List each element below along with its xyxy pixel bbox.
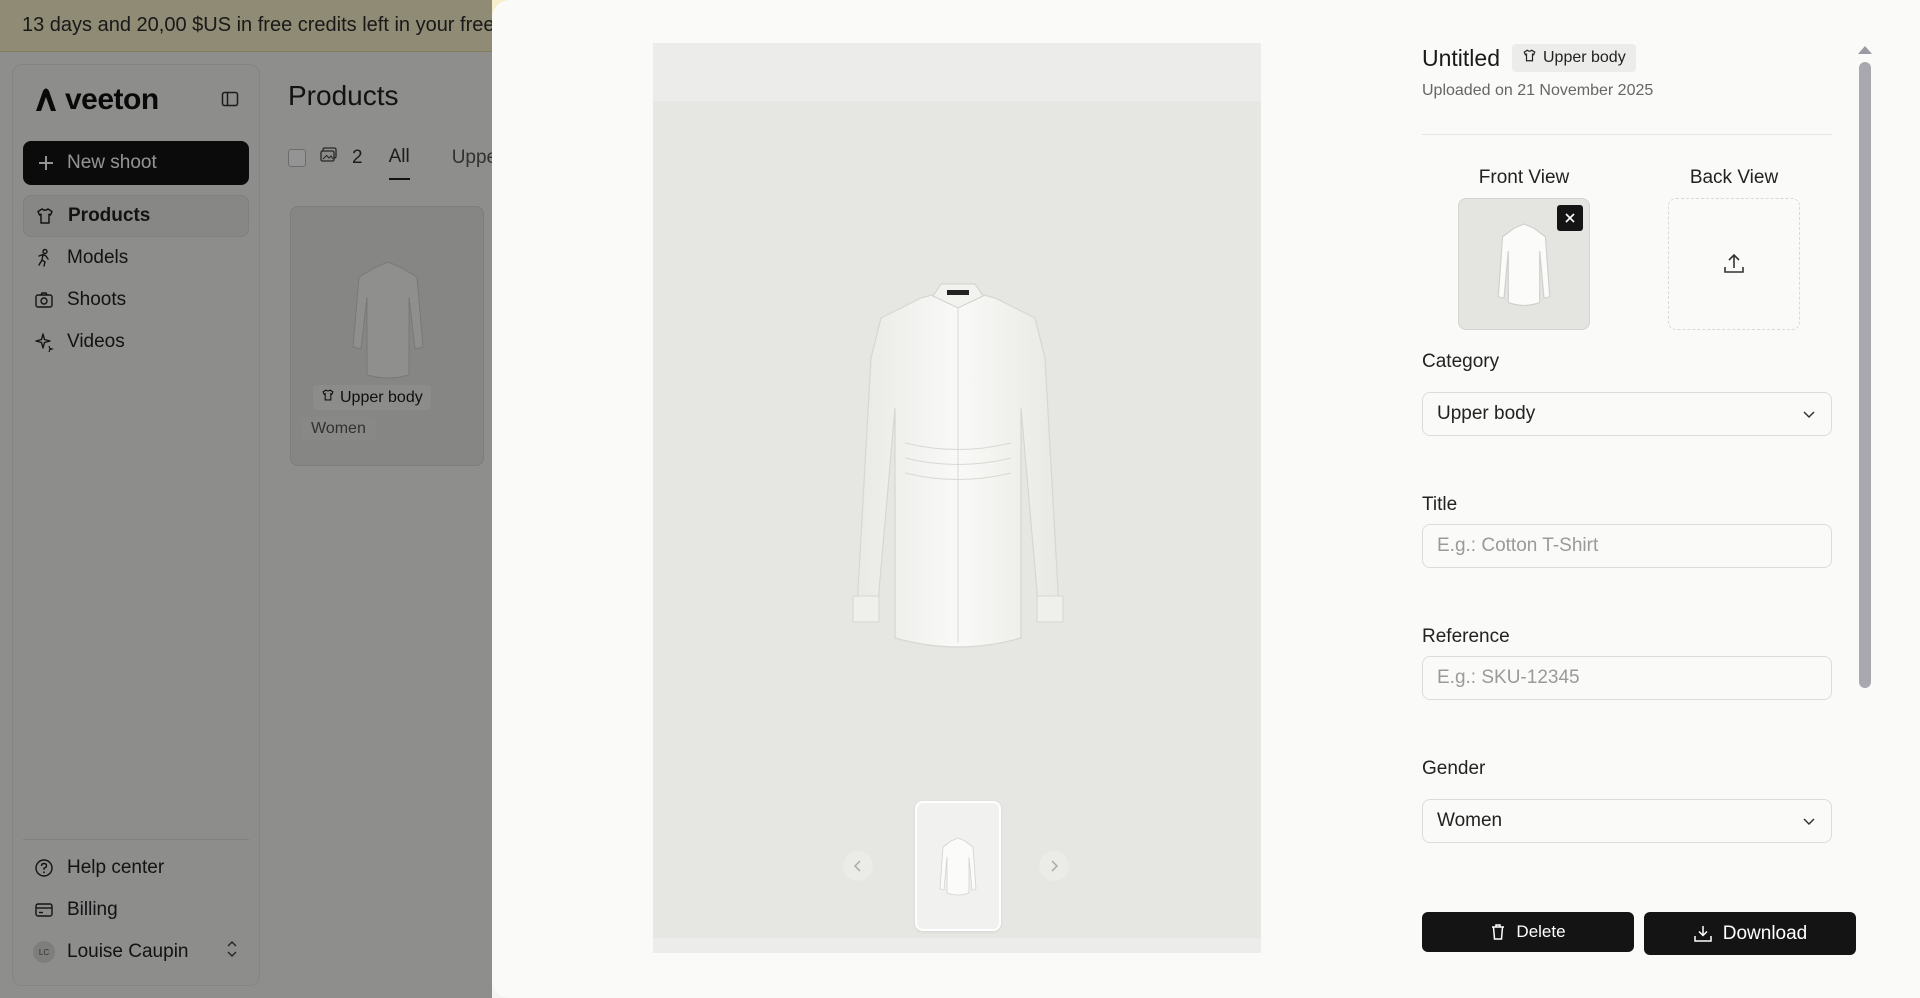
download-icon <box>1694 925 1712 942</box>
product-detail-modal: Untitled Upper body Uploaded on 21 Novem… <box>492 0 1920 998</box>
upload-icon <box>1724 253 1744 273</box>
title-label: Title <box>1422 494 1458 515</box>
delete-button[interactable]: Delete <box>1422 912 1634 952</box>
scrollbar-thumb[interactable] <box>1859 62 1871 688</box>
product-image-preview <box>653 43 1261 953</box>
category-tag-label: Upper body <box>1542 49 1626 66</box>
front-view-label: Front View <box>1478 167 1570 188</box>
back-view-upload[interactable] <box>1668 198 1800 330</box>
shirt-icon <box>1522 48 1537 68</box>
thumbnail-carousel <box>653 801 1261 931</box>
thumbnail-shirt-image <box>939 837 977 896</box>
category-label: Category <box>1422 351 1500 372</box>
chevron-down-icon <box>1801 813 1817 829</box>
panel-scrollbar[interactable] <box>1858 46 1872 696</box>
prev-image-button[interactable] <box>843 851 873 881</box>
category-select[interactable]: Upper body <box>1422 392 1832 436</box>
chevron-right-icon <box>1051 860 1059 872</box>
download-label: Download <box>1722 922 1808 944</box>
shirt-image <box>852 283 1064 648</box>
title-input[interactable] <box>1437 535 1817 557</box>
gender-select[interactable]: Women <box>1422 799 1832 843</box>
chevron-down-icon <box>1801 406 1817 422</box>
next-image-button[interactable] <box>1039 851 1069 881</box>
upload-date: Uploaded on 21 November 2025 <box>1422 82 1654 99</box>
modal-backdrop[interactable] <box>0 0 492 998</box>
delete-label: Delete <box>1516 922 1566 941</box>
gender-select-value: Women <box>1437 810 1503 831</box>
image-thumbnail[interactable] <box>915 801 1001 931</box>
title-field <box>1422 524 1832 568</box>
scroll-up-arrow-icon[interactable] <box>1858 46 1872 54</box>
chevron-left-icon <box>853 860 861 872</box>
preview-top-strip <box>653 43 1261 101</box>
product-details-panel: Untitled Upper body Uploaded on 21 Novem… <box>1422 0 1856 998</box>
preview-bottom-strip <box>653 938 1261 953</box>
back-view-label: Back View <box>1689 167 1779 188</box>
remove-front-view-button[interactable] <box>1557 205 1583 231</box>
category-select-value: Upper body <box>1437 403 1536 424</box>
product-title: Untitled <box>1422 44 1500 71</box>
front-view-image[interactable] <box>1458 198 1590 330</box>
product-header: Untitled Upper body <box>1422 44 1636 72</box>
reference-input[interactable] <box>1437 667 1817 689</box>
gender-label: Gender <box>1422 758 1486 779</box>
front-view-shirt-image <box>1497 223 1551 306</box>
close-icon <box>1565 213 1575 223</box>
reference-label: Reference <box>1422 626 1510 647</box>
panel-divider <box>1422 134 1832 135</box>
category-tag: Upper body <box>1511 44 1636 72</box>
reference-field <box>1422 656 1832 700</box>
trash-icon <box>1492 924 1505 940</box>
download-button[interactable]: Download <box>1644 912 1856 955</box>
